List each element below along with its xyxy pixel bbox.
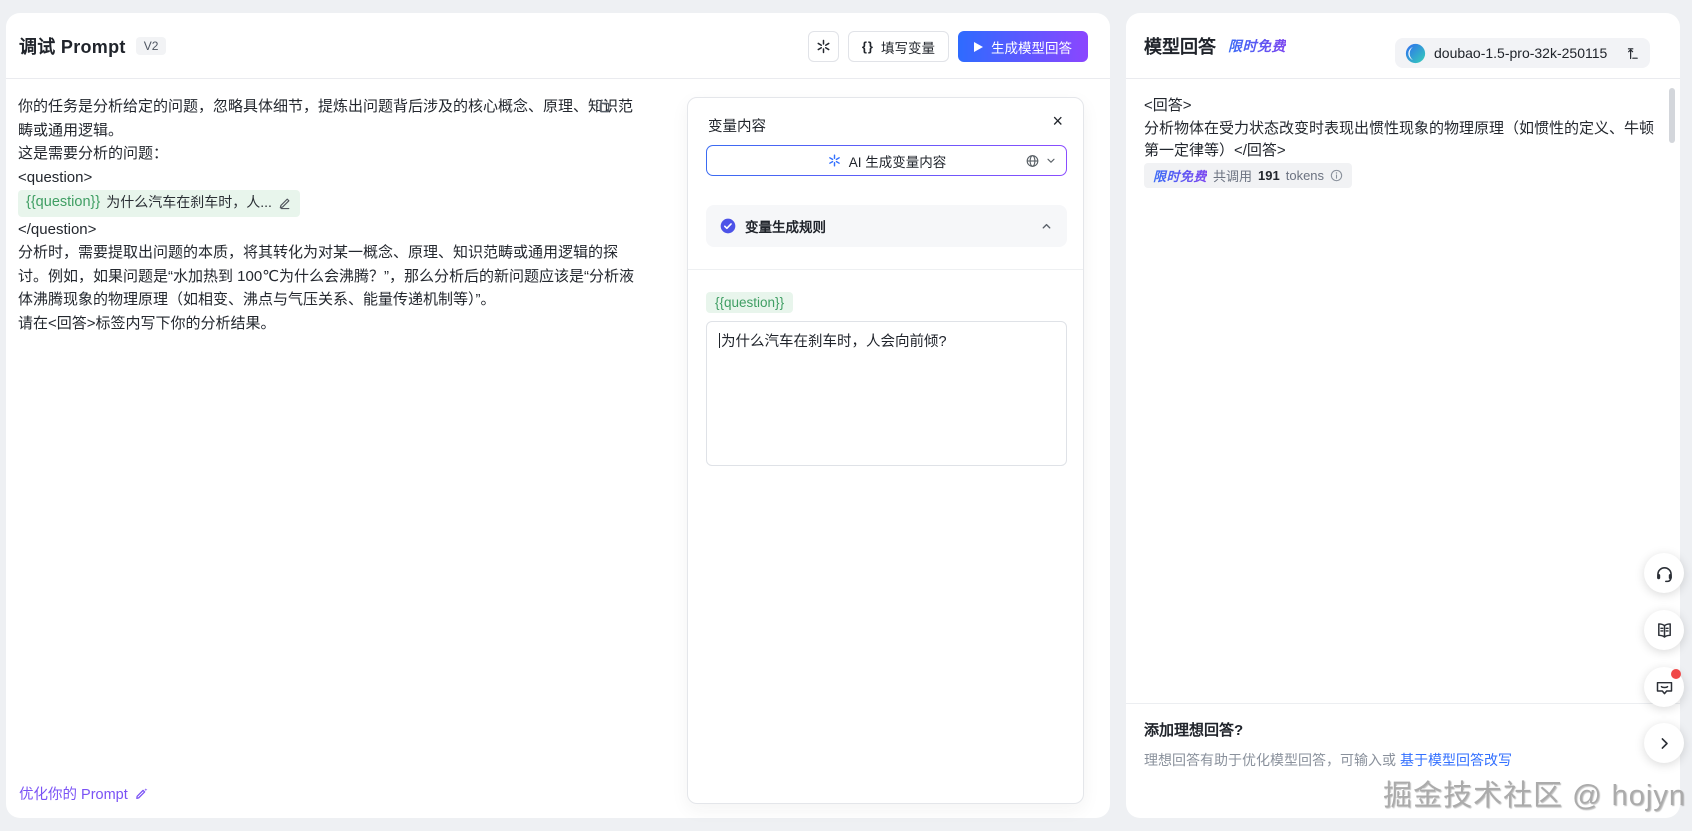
- variable-content-panel: 变量内容 × AI 生成变量内容 变量生成规则 {{question}} 为什么…: [687, 97, 1084, 804]
- free-badge: 限时免费: [1153, 166, 1207, 185]
- prompt-paragraph: 你的任务是分析给定的问题，忽略具体细节，提炼出问题背后涉及的核心概念、原理、知识…: [18, 98, 634, 139]
- headset-icon: [1654, 563, 1675, 584]
- token-unit: tokens: [1285, 168, 1325, 183]
- play-icon: [974, 41, 983, 52]
- variable-value-text: 为什么汽车在刹车时，人会向前倾?: [721, 334, 947, 350]
- collapse-panel-button[interactable]: [1644, 723, 1684, 763]
- variable-name: {{question}}: [26, 194, 101, 210]
- ai-sparkle-button[interactable]: [807, 31, 839, 62]
- variable-rules-label: 变量生成规则: [745, 220, 826, 235]
- generate-response-label: 生成模型回答: [991, 40, 1072, 56]
- debug-prompt-panel: 调试 Prompt V2 {} 填写变量 生成模型回答 你的任务是分析给定的问题…: [6, 13, 1110, 818]
- optimize-prompt-link[interactable]: 优化你的 Prompt: [19, 783, 149, 804]
- usage-prefix: 共调用: [1213, 169, 1253, 184]
- fill-variables-button[interactable]: {} 填写变量: [847, 31, 949, 62]
- book-icon: [1654, 620, 1675, 641]
- chevron-up-icon[interactable]: [1040, 220, 1053, 233]
- ai-generate-variables-button[interactable]: AI 生成变量内容: [706, 145, 1067, 176]
- ai-generate-variables-inner: AI 生成变量内容: [707, 146, 1066, 175]
- variable-chip-line: {{question}} 为什么汽车在刹车时，人...: [18, 190, 644, 217]
- prompt-tag-open: <question>: [18, 168, 93, 186]
- version-badge: V2: [135, 36, 167, 55]
- check-circle-icon: [720, 218, 736, 234]
- variable-rules-section[interactable]: 变量生成规则: [706, 205, 1067, 247]
- optimize-prompt-label: 优化你的 Prompt: [19, 787, 128, 803]
- ideal-answer-title: 添加理想回答?: [1144, 722, 1244, 739]
- rewrite-from-response-link[interactable]: 基于模型回答改写: [1400, 752, 1512, 768]
- divider: [1126, 703, 1680, 704]
- notification-dot: [1671, 669, 1681, 679]
- response-title: 模型回答: [1144, 36, 1216, 57]
- model-response-panel: 模型回答 限时免费 doubao-1.5-pro-32k-250115 <回答>…: [1126, 13, 1680, 818]
- variable-value-textarea[interactable]: 为什么汽车在刹车时，人会向前倾?: [706, 321, 1067, 466]
- model-selector[interactable]: doubao-1.5-pro-32k-250115: [1395, 38, 1650, 68]
- magic-pen-icon: [134, 786, 149, 801]
- text-cursor: [719, 333, 720, 348]
- token-usage-badge: 限时免费 共调用 191 tokens: [1144, 163, 1353, 188]
- question-variable-tag: {{question}}: [706, 292, 794, 313]
- model-name: doubao-1.5-pro-32k-250115: [1434, 45, 1608, 61]
- support-button[interactable]: [1644, 553, 1684, 593]
- globe-icon[interactable]: [1025, 153, 1040, 168]
- braces-icon: {}: [861, 39, 874, 54]
- documentation-button[interactable]: [1644, 610, 1684, 650]
- ai-generate-label: AI 生成变量内容: [848, 154, 947, 170]
- scrollbar-thumb[interactable]: [1669, 88, 1675, 143]
- generate-response-button[interactable]: 生成模型回答: [958, 31, 1088, 62]
- copy-prompt-icon[interactable]: [594, 97, 612, 115]
- ideal-answer-description: 理想回答有助于优化模型回答，可输入或 基于模型回答改写: [1144, 750, 1512, 770]
- free-badge: 限时免费: [1228, 37, 1286, 54]
- prompt-paragraph: 分析时，需要提取出问题的本质，将其转化为对某一概念、原理、知识范畴或通用逻辑的探…: [18, 244, 635, 308]
- feedback-button[interactable]: [1644, 667, 1684, 707]
- variable-preview-text: 为什么汽车在刹车时，人...: [106, 194, 272, 210]
- chevron-right-icon: [1656, 735, 1673, 752]
- page-title: 调试 Prompt: [19, 36, 126, 57]
- edit-pencil-icon[interactable]: [278, 196, 292, 210]
- prompt-editor[interactable]: 你的任务是分析给定的问题，忽略具体细节，提炼出问题背后涉及的核心概念、原理、知识…: [18, 95, 644, 335]
- close-icon[interactable]: ×: [1048, 108, 1067, 134]
- doubao-logo-icon: [1405, 43, 1426, 64]
- prompt-toolbar: {} 填写变量 生成模型回答: [807, 31, 1088, 62]
- info-icon[interactable]: [1330, 169, 1343, 182]
- ai-generate-options: [1025, 153, 1057, 168]
- ideal-answer-desc-text: 理想回答有助于优化模型回答，可输入或: [1144, 752, 1396, 768]
- prompt-tag-close: </question>: [18, 220, 97, 238]
- ai-sparkle-icon: [815, 38, 832, 55]
- token-count: 191: [1258, 168, 1280, 183]
- divider: [688, 269, 1083, 270]
- ai-sparkle-icon: [827, 153, 842, 168]
- feedback-bubble-icon: [1654, 677, 1675, 698]
- model-answer-text: <回答> 分析物体在受力状态改变时表现出惯性现象的物理原理（如惯性的定义、牛顿第…: [1144, 97, 1655, 159]
- prompt-paragraph: 这是需要分析的问题：: [18, 145, 169, 162]
- chevron-down-icon[interactable]: [1045, 155, 1057, 167]
- variable-panel-title: 变量内容: [708, 119, 766, 135]
- prompt-paragraph: 请在<回答>标签内写下你的分析结果。: [18, 314, 276, 332]
- fill-variables-label: 填写变量: [881, 40, 935, 56]
- swap-model-icon[interactable]: [1625, 46, 1640, 61]
- question-variable-chip[interactable]: {{question}} 为什么汽车在刹车时，人...: [18, 190, 300, 217]
